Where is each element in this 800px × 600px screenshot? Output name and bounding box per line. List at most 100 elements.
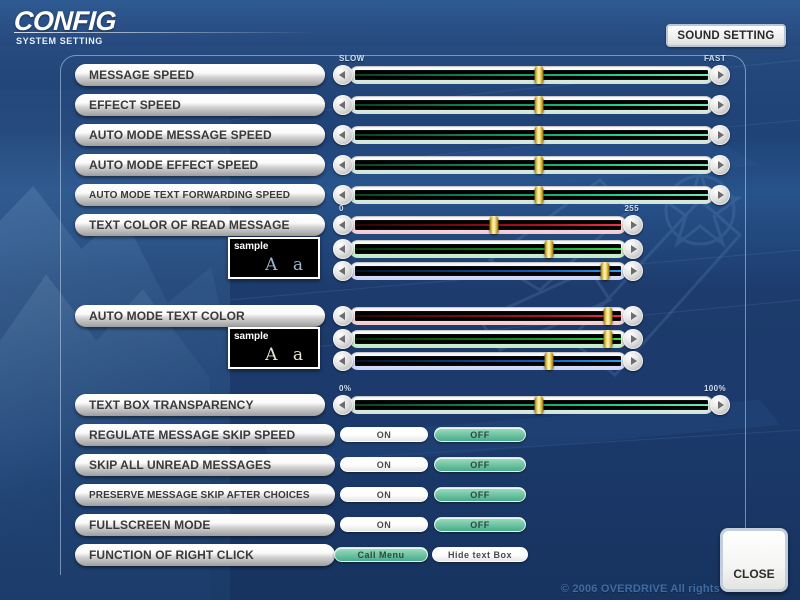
slider-knob[interactable] — [603, 330, 613, 348]
slider-increment-button[interactable] — [623, 306, 643, 326]
slider-track-area[interactable] — [349, 240, 627, 258]
slider-knob[interactable] — [534, 96, 544, 114]
toggle-option-on[interactable]: ON — [340, 487, 428, 502]
toggle-option-off[interactable]: OFF — [434, 517, 526, 532]
slider-text-box-transparency: 0% 100% — [333, 384, 730, 416]
slider-track — [355, 190, 708, 200]
header: CONFIG SYSTEM SETTING SOUND SETTING — [0, 0, 800, 58]
slider-track-area[interactable] — [349, 186, 714, 204]
slider-knob[interactable] — [534, 126, 544, 144]
slider-knob[interactable] — [544, 240, 554, 258]
slider-decrement-button[interactable] — [333, 351, 353, 371]
label-regulate-message-skip-speed[interactable]: REGULATE MESSAGE SKIP SPEED — [75, 424, 335, 446]
slider-knob[interactable] — [534, 396, 544, 414]
slider-increment-button[interactable] — [623, 261, 643, 281]
page-title: CONFIG — [13, 6, 117, 36]
slider-track — [355, 130, 708, 140]
sample-box-auto-mode: sample A a — [228, 327, 320, 369]
label-auto-mode-text-color[interactable]: AUTO MODE TEXT COLOR — [75, 305, 325, 327]
slider-track-area[interactable] — [349, 330, 627, 348]
background — [0, 0, 800, 600]
slider-knob[interactable] — [600, 262, 610, 280]
label-function-of-right-click[interactable]: FUNCTION OF RIGHT CLICK — [75, 544, 335, 566]
slider-increment-button[interactable] — [710, 125, 730, 145]
sample-box-tag: sample — [234, 241, 269, 252]
slider-increment-button[interactable] — [710, 185, 730, 205]
slider-auto-color-red — [333, 305, 643, 327]
slider-increment-button[interactable] — [710, 95, 730, 115]
slider-track-area[interactable] — [349, 66, 714, 84]
sample-box-glyphs: A a — [265, 255, 308, 275]
caption-transparency-max: 100% — [703, 384, 726, 393]
slider-decrement-button[interactable] — [333, 185, 353, 205]
slider-read-color-green — [333, 238, 643, 260]
slider-decrement-button[interactable] — [333, 261, 353, 281]
slider-track-area[interactable] — [349, 262, 627, 280]
slider-decrement-button[interactable] — [333, 239, 353, 259]
slider-decrement-button[interactable] — [333, 306, 353, 326]
label-auto-mode-message-speed[interactable]: AUTO MODE MESSAGE SPEED — [75, 124, 325, 146]
page-subtitle: SYSTEM SETTING — [16, 36, 103, 46]
slider-auto-mode-message-speed — [333, 124, 730, 146]
label-preserve-message-skip-after-choices[interactable]: PRESERVE MESSAGE SKIP AFTER CHOICES — [75, 484, 335, 506]
sound-setting-button[interactable]: SOUND SETTING — [666, 24, 786, 47]
close-button[interactable]: CLOSE — [720, 528, 788, 592]
slider-knob[interactable] — [534, 66, 544, 84]
slider-track — [355, 160, 708, 170]
label-skip-all-unread-messages[interactable]: SKIP ALL UNREAD MESSAGES — [75, 454, 335, 476]
slider-track — [355, 244, 621, 254]
label-effect-speed[interactable]: EFFECT SPEED — [75, 94, 325, 116]
slider-decrement-button[interactable] — [333, 155, 353, 175]
slider-decrement-button[interactable] — [333, 395, 353, 415]
slider-increment-button[interactable] — [710, 155, 730, 175]
slider-increment-button[interactable] — [623, 351, 643, 371]
slider-track — [355, 311, 621, 321]
toggle-option-on[interactable]: ON — [340, 427, 428, 442]
slider-track — [355, 100, 708, 110]
slider-decrement-button[interactable] — [333, 329, 353, 349]
slider-decrement-button[interactable] — [333, 125, 353, 145]
toggle-option-on[interactable]: ON — [340, 517, 428, 532]
slider-knob[interactable] — [534, 186, 544, 204]
slider-decrement-button[interactable] — [333, 215, 353, 235]
slider-auto-mode-effect-speed — [333, 154, 730, 176]
slider-decrement-button[interactable] — [333, 65, 353, 85]
slider-knob[interactable] — [544, 352, 554, 370]
slider-track — [355, 70, 708, 80]
toggle-option-on[interactable]: ON — [340, 457, 428, 472]
slider-knob[interactable] — [489, 216, 499, 234]
slider-track-area[interactable] — [349, 352, 627, 370]
toggle-option-off[interactable]: OFF — [434, 457, 526, 472]
slider-track-area[interactable] — [349, 216, 627, 234]
label-fullscreen-mode[interactable]: FULLSCREEN MODE — [75, 514, 335, 536]
slider-increment-button[interactable] — [710, 395, 730, 415]
slider-auto-color-blue — [333, 350, 643, 372]
toggle-option-off[interactable]: OFF — [434, 427, 526, 442]
slider-knob[interactable] — [534, 156, 544, 174]
slider-track-area[interactable] — [349, 96, 714, 114]
slider-increment-button[interactable] — [623, 329, 643, 349]
slider-decrement-button[interactable] — [333, 95, 353, 115]
toggle-option-call-menu[interactable]: Call Menu — [334, 547, 428, 562]
label-auto-mode-text-forwarding-speed[interactable]: AUTO MODE TEXT FORWARDING SPEED — [75, 184, 325, 206]
toggle-option-hide-text-box[interactable]: Hide text Box — [432, 547, 528, 562]
caption-color-max: 255 — [624, 204, 639, 213]
slider-track-area[interactable] — [349, 396, 714, 414]
label-text-color-read-message[interactable]: TEXT COLOR OF READ MESSAGE — [75, 214, 325, 236]
slider-track-area[interactable] — [349, 156, 714, 174]
toggle-option-off[interactable]: OFF — [434, 487, 526, 502]
slider-knob[interactable] — [603, 307, 613, 325]
slider-track-area[interactable] — [349, 307, 627, 325]
label-text-box-transparency[interactable]: TEXT BOX TRANSPARENCY — [75, 394, 325, 416]
caption-color-min: 0 — [339, 204, 344, 213]
slider-read-color-red: 0 255 — [333, 204, 643, 236]
slider-effect-speed — [333, 94, 730, 116]
slider-auto-color-green — [333, 328, 643, 350]
slider-track-area[interactable] — [349, 126, 714, 144]
label-auto-mode-effect-speed[interactable]: AUTO MODE EFFECT SPEED — [75, 154, 325, 176]
slider-increment-button[interactable] — [710, 65, 730, 85]
slider-increment-button[interactable] — [623, 239, 643, 259]
sample-box-tag: sample — [234, 331, 269, 342]
slider-increment-button[interactable] — [623, 215, 643, 235]
label-message-speed[interactable]: MESSAGE SPEED — [75, 64, 325, 86]
